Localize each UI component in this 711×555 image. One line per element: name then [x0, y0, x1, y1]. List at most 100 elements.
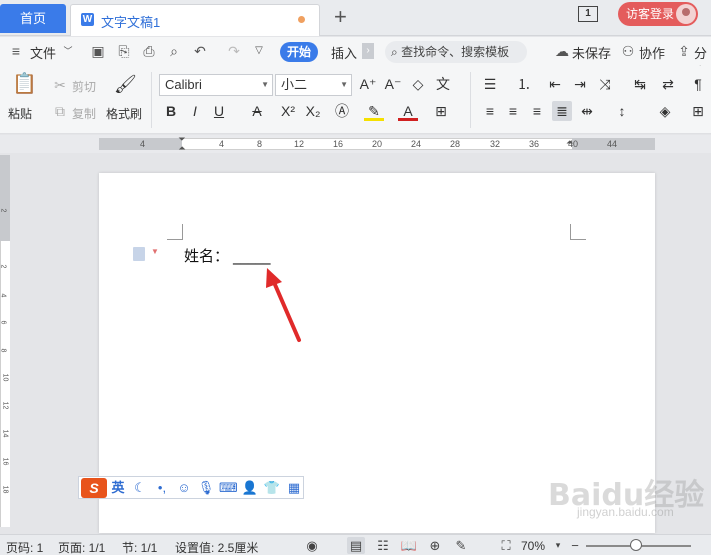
align-left-icon[interactable]: ≡	[480, 101, 500, 121]
align-center-icon[interactable]: ≡	[503, 101, 523, 121]
borders-icon[interactable]: ⊞	[688, 101, 708, 121]
command-search-input[interactable]: ⌕ 查找命令、搜索模板	[385, 41, 527, 63]
pinyin-guide-icon[interactable]: 文	[433, 74, 453, 94]
print-preview-icon[interactable]: ⌕	[166, 43, 182, 59]
indent-marker-icon[interactable]: ⏷ ⏶	[177, 135, 187, 153]
justify-icon[interactable]: ≣	[552, 101, 572, 121]
punctuation-icon[interactable]: •,	[153, 479, 171, 497]
underline-icon[interactable]: U	[209, 101, 229, 121]
vruler-number: 8	[0, 348, 7, 353]
keyboard-icon[interactable]: ⌨	[219, 479, 238, 497]
cloud-sync-icon[interactable]: ☁	[554, 43, 570, 59]
document-text-line[interactable]: 姓名： _____	[184, 245, 271, 266]
increase-indent-icon[interactable]: ⇥	[570, 74, 590, 94]
shrink-font-icon[interactable]: A⁻	[383, 74, 403, 94]
print-icon[interactable]: ⎙	[141, 43, 157, 59]
font-size-select[interactable]: 小二 ▼	[275, 74, 352, 96]
ime-language-toggle[interactable]: 英	[109, 479, 127, 497]
vruler-number: 10	[1, 373, 9, 382]
chinese-layout-icon[interactable]: ⤨	[595, 74, 615, 94]
paragraph-handle-icon[interactable]	[133, 247, 145, 261]
font-name-select[interactable]: Calibri ▼	[159, 74, 273, 96]
skin-shirt-icon[interactable]: 👕	[263, 479, 281, 497]
horizontal-ruler[interactable]: 4 4 8 12 16 20 24 28 32 36 40 44 ⏷ ⏶ ⏶	[0, 135, 711, 153]
superscript-icon[interactable]: X²	[278, 101, 298, 121]
vruler-number: 2	[0, 208, 7, 213]
chevron-down-icon[interactable]: ▼	[151, 247, 159, 256]
zoom-out-icon[interactable]: −	[566, 537, 584, 554]
paste-button[interactable]: 粘贴	[8, 105, 32, 122]
tab-document[interactable]: W 文字文稿1	[70, 4, 320, 36]
grow-font-icon[interactable]: A⁺	[358, 74, 378, 94]
paragraph-mark-icon[interactable]: ⇄	[658, 74, 678, 94]
status-setting[interactable]: 设置值: 2.5厘米	[175, 539, 258, 555]
character-border-icon[interactable]: ⊞	[431, 101, 451, 121]
write-mode-icon[interactable]: ✎	[452, 537, 470, 554]
eye-protection-icon[interactable]: ◉	[303, 537, 321, 554]
zoom-slider-thumb[interactable]	[630, 539, 642, 551]
share-icon[interactable]: ⇪	[676, 43, 692, 59]
right-indent-marker-icon[interactable]: ⏶	[566, 137, 573, 148]
sogou-logo[interactable]: S	[81, 478, 107, 498]
user-icon[interactable]: 👤	[241, 479, 259, 497]
outline-view-icon[interactable]: ☷	[374, 537, 392, 554]
unsaved-status[interactable]: 未保存	[572, 43, 611, 62]
save-icon[interactable]: ▣	[90, 43, 106, 59]
undo-icon[interactable]: ↶	[192, 43, 208, 59]
format-painter-icon[interactable]: 🖌	[114, 74, 137, 94]
cut-button[interactable]: 剪切	[72, 78, 96, 95]
chevron-down-icon[interactable]: ﹀	[60, 43, 76, 59]
align-right-icon[interactable]: ≡	[527, 101, 547, 121]
zoom-level[interactable]: 70%	[521, 539, 545, 553]
page-view-icon[interactable]: ▤	[347, 537, 365, 554]
hamburger-menu-icon[interactable]: ≡	[8, 43, 24, 59]
emoji-icon[interactable]: ☺	[175, 479, 193, 497]
distributed-align-icon[interactable]: ⇹	[577, 101, 597, 121]
font-color-icon[interactable]: A	[398, 101, 418, 121]
ruler-number: 4	[219, 139, 225, 149]
halfwidth-moon-icon[interactable]: ☾	[131, 479, 149, 497]
strikethrough-icon[interactable]: A	[247, 101, 267, 121]
status-pages[interactable]: 页面: 1/1	[58, 539, 105, 555]
text-effect-icon[interactable]: Ⓐ	[332, 101, 352, 121]
highlight-icon[interactable]: ✎	[364, 101, 384, 121]
bold-icon[interactable]: B	[161, 101, 181, 121]
copy-icon[interactable]: ⧉	[50, 101, 70, 121]
decrease-indent-icon[interactable]: ⇤	[545, 74, 565, 94]
export-icon[interactable]: ⎘	[116, 43, 132, 59]
reading-view-icon[interactable]: 📖	[400, 537, 418, 554]
redo-icon[interactable]: ↷	[226, 43, 242, 59]
line-spacing-icon[interactable]: ↕	[612, 101, 632, 121]
bullet-list-icon[interactable]: ☰	[480, 74, 500, 94]
numbered-list-icon[interactable]: ⒈	[514, 74, 534, 94]
fit-page-icon[interactable]: ⛶	[497, 537, 515, 554]
collaborate-icon[interactable]: ⚇	[620, 43, 636, 59]
chevron-down-icon[interactable]: ▾	[549, 537, 567, 554]
web-view-icon[interactable]: ⊕	[426, 537, 444, 554]
toolbox-grid-icon[interactable]: ▦	[285, 479, 303, 497]
status-section[interactable]: 节: 1/1	[122, 539, 157, 555]
quick-access-dropdown-icon[interactable]: ▽	[251, 43, 267, 59]
collaborate-button[interactable]: 协作	[639, 43, 665, 62]
tab-insert[interactable]: 插入	[331, 43, 357, 62]
shading-icon[interactable]: ◈	[655, 101, 675, 121]
sort-icon[interactable]: ↹	[630, 74, 650, 94]
microphone-icon[interactable]: 🎙	[197, 479, 215, 497]
menu-file[interactable]: 文件	[30, 43, 56, 62]
new-tab-button[interactable]: +	[334, 6, 347, 28]
italic-icon[interactable]: I	[185, 101, 205, 121]
show-marks-icon[interactable]: ¶	[688, 74, 708, 94]
tab-start[interactable]: 开始	[280, 42, 318, 62]
format-painter-button[interactable]: 格式刷	[106, 105, 142, 122]
copy-button[interactable]: 复制	[72, 105, 96, 122]
cut-icon[interactable]: ✂	[50, 75, 70, 95]
paste-icon[interactable]: 📋	[12, 74, 37, 94]
ribbon-scroll-right-icon[interactable]: ›	[362, 43, 374, 59]
vertical-ruler[interactable]: 2 2 4 6 8 10 12 14 16 18	[0, 155, 10, 527]
window-count-icon[interactable]: 1	[578, 6, 598, 22]
subscript-icon[interactable]: X₂	[303, 101, 323, 121]
visitor-login-button[interactable]: 访客登录	[618, 2, 698, 26]
tab-home[interactable]: 首页	[0, 4, 66, 33]
clear-format-icon[interactable]: ◇	[408, 74, 428, 94]
status-page-code[interactable]: 页码: 1	[6, 539, 43, 555]
